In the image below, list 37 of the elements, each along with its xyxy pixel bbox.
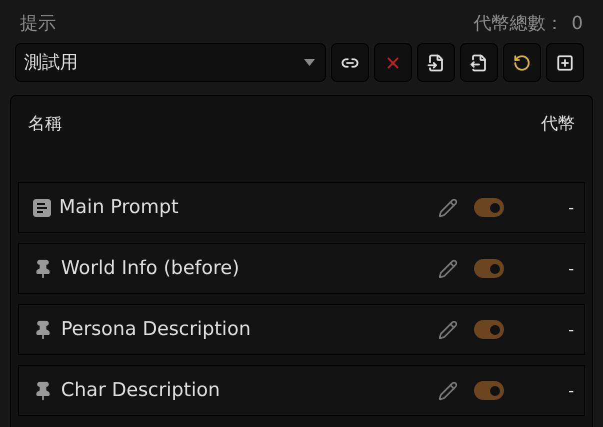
prompt-row[interactable]: Main Prompt - [18, 182, 585, 233]
column-header: 名稱 [28, 113, 62, 136]
token-count: - [567, 196, 574, 218]
prompt-row[interactable]: World Info (before) - [18, 243, 585, 294]
prompt-name: Main Prompt [59, 195, 180, 220]
edit-icon[interactable] [438, 380, 458, 400]
prompt-name: World Info (before) [61, 256, 240, 282]
toolbar-button[interactable] [546, 43, 584, 82]
token-total: 0 [572, 12, 583, 36]
file-export-icon [470, 54, 488, 72]
plus-square-icon [556, 54, 574, 72]
preset-select[interactable]: 測試用 [15, 43, 326, 82]
toggle-switch[interactable] [474, 320, 504, 339]
document-icon [33, 198, 51, 216]
toggle-switch[interactable] [474, 198, 504, 217]
toolbar-button[interactable] [503, 43, 541, 82]
token-count: - [567, 258, 574, 280]
prompt-row[interactable]: Persona Description - [18, 304, 585, 355]
toolbar-button[interactable] [460, 43, 498, 82]
prompt-name: Persona Description [61, 317, 252, 342]
undo-icon [513, 54, 531, 72]
section-title: 提示 [20, 12, 56, 36]
edit-icon[interactable] [438, 258, 458, 278]
edit-icon[interactable] [438, 320, 458, 340]
toolbar-button[interactable] [417, 43, 455, 82]
token-total-label: 代幣總數： [474, 12, 564, 36]
toggle-switch[interactable] [474, 381, 504, 400]
token-count: - [567, 380, 574, 402]
prompt-name: Char Description [61, 378, 222, 404]
dropdown-caret-icon [304, 59, 315, 66]
edit-icon[interactable] [438, 198, 458, 218]
column-header: 代幣 [541, 113, 575, 136]
token-count: - [567, 318, 574, 340]
toggle-switch[interactable] [474, 259, 504, 278]
prompt-row[interactable]: Char Description - [18, 365, 585, 416]
file-import-icon [427, 54, 445, 72]
toolbar-button[interactable] [331, 43, 369, 82]
